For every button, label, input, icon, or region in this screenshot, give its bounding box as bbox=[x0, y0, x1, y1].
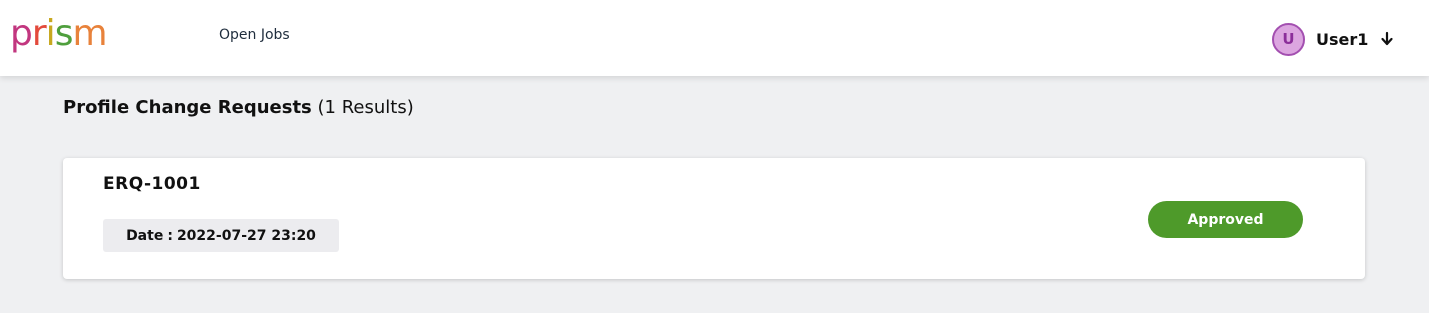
results-count: (1 Results) bbox=[317, 97, 414, 118]
page-title: Profile Change Requests (1 Results) bbox=[63, 97, 414, 118]
logo-letter-r: r bbox=[31, 13, 47, 54]
arrow-down-icon[interactable] bbox=[1380, 31, 1394, 47]
page-title-text: Profile Change Requests bbox=[63, 97, 312, 118]
user-name[interactable]: User1 bbox=[1316, 30, 1368, 49]
nav-open-jobs-link[interactable]: Open Jobs bbox=[219, 27, 290, 43]
request-card[interactable]: ERQ-1001 Date : 2022-07-27 23:20 Approve… bbox=[63, 158, 1365, 279]
logo-letter-m: m bbox=[72, 13, 107, 54]
user-menu[interactable]: U User1 bbox=[1272, 22, 1394, 56]
date-label: Date bbox=[126, 227, 164, 244]
status-badge[interactable]: Approved bbox=[1148, 201, 1303, 238]
top-navigation-bar: prism Open Jobs U User1 bbox=[0, 0, 1429, 76]
logo-letter-p: p bbox=[10, 13, 33, 54]
avatar[interactable]: U bbox=[1272, 22, 1305, 56]
prism-logo[interactable]: prism bbox=[10, 13, 108, 54]
date-separator: : bbox=[167, 227, 173, 244]
logo-letter-s: s bbox=[54, 13, 74, 54]
date-value: 2022-07-27 23:20 bbox=[176, 227, 316, 244]
request-id[interactable]: ERQ-1001 bbox=[103, 174, 201, 194]
logo-letter-i: i bbox=[45, 13, 56, 54]
request-date-badge: Date : 2022-07-27 23:20 bbox=[103, 219, 339, 252]
